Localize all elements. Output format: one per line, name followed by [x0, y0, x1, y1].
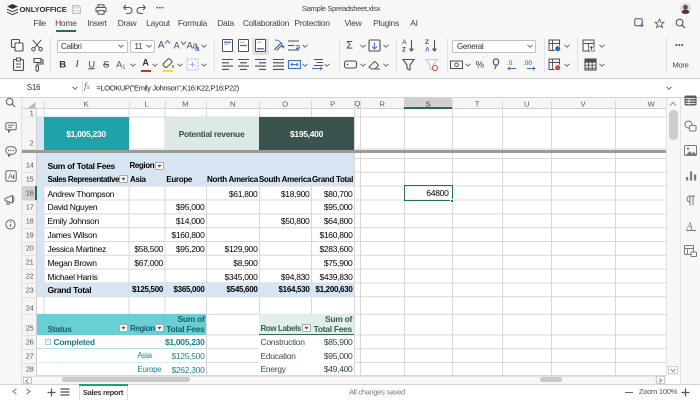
- svg-text:.0: .0: [507, 60, 513, 67]
- svg-text:A: A: [685, 221, 693, 231]
- svg-text:A: A: [425, 47, 430, 54]
- svg-text:A: A: [402, 39, 407, 46]
- svg-text:Z: Z: [425, 39, 429, 46]
- svg-text:Z: Z: [402, 47, 406, 54]
- svg-text:.00: .00: [523, 60, 532, 67]
